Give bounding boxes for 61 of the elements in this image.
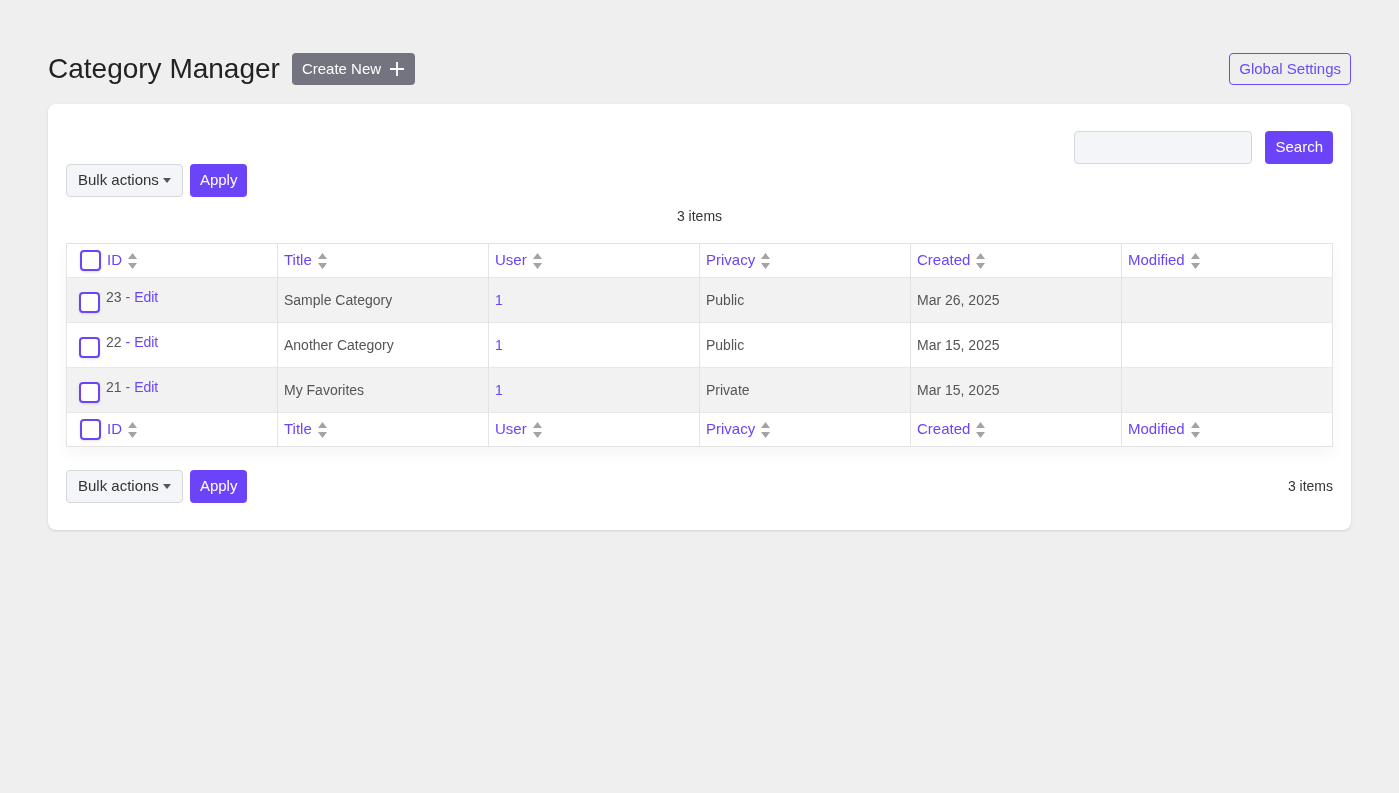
column-header-link[interactable]: Created <box>917 418 971 441</box>
table-cell: Another Category <box>284 336 394 353</box>
plus-icon <box>389 61 406 77</box>
sort-icon <box>761 421 771 438</box>
apply-button[interactable]: Apply <box>189 470 248 503</box>
bulk-actions-dropdown[interactable]: Bulk actions <box>66 470 183 503</box>
sort-icon <box>1190 421 1200 438</box>
caret-icon <box>162 484 171 489</box>
owner-number-link[interactable]: 1 <box>495 291 503 308</box>
search-field[interactable] <box>1074 131 1253 164</box>
sort-icon <box>532 421 542 438</box>
checkbox[interactable] <box>79 337 100 358</box>
checkbox[interactable] <box>79 292 100 313</box>
create-new-button[interactable]: Create New <box>291 53 416 85</box>
column-header-link[interactable]: User <box>495 249 527 272</box>
item-count: 3 items <box>675 207 724 226</box>
bulk-actions-dropdown[interactable]: Bulk actions <box>66 164 183 197</box>
sort-icon <box>1190 252 1200 269</box>
id-text: 22 <box>106 333 122 352</box>
table-cell: Sample Category <box>284 291 393 308</box>
column-header-link[interactable]: Modified <box>1128 418 1185 441</box>
sort-icon <box>976 421 986 438</box>
item-count: 3 items <box>1287 477 1333 496</box>
edit-link[interactable]: - Edit <box>125 377 159 398</box>
owner-number-link[interactable]: 1 <box>495 336 503 353</box>
global-settings-button[interactable]: Global Settings <box>1229 53 1351 85</box>
page-title: Category Manager <box>48 52 280 86</box>
table-cell: Mar 15, 2025 <box>917 336 1000 353</box>
table-cell: Private <box>706 381 750 398</box>
column-header-link[interactable]: Modified <box>1128 249 1185 272</box>
sort-icon <box>317 421 327 438</box>
sort-icon <box>761 252 771 269</box>
column-header-link[interactable]: Created <box>917 249 971 272</box>
apply-button[interactable]: Apply <box>189 164 248 197</box>
table-cell: My Favorites <box>284 381 365 398</box>
search-button[interactable]: Search <box>1265 131 1333 164</box>
edit-link[interactable]: - Edit <box>125 332 159 353</box>
column-header-link[interactable]: User <box>495 418 527 441</box>
column-header-link[interactable]: ID <box>107 249 122 272</box>
sort-icon <box>976 252 986 269</box>
edit-link[interactable]: - Edit <box>125 287 159 308</box>
column-header-link[interactable]: Title <box>284 249 312 272</box>
caret-icon <box>162 178 171 183</box>
checkbox[interactable] <box>80 250 101 271</box>
column-header-link[interactable]: ID <box>107 418 122 441</box>
sort-icon <box>317 252 327 269</box>
table-cell: Mar 15, 2025 <box>917 381 1000 398</box>
id-text: 21 <box>106 378 122 397</box>
id-text: 23 <box>106 288 122 307</box>
sort-icon <box>532 252 542 269</box>
column-header-link[interactable]: Privacy <box>706 249 756 272</box>
table-cell: Mar 26, 2025 <box>917 291 1000 308</box>
column-header-link[interactable]: Privacy <box>706 418 756 441</box>
column-header-link[interactable]: Title <box>284 418 312 441</box>
table-cell: Public <box>706 291 745 308</box>
sort-icon <box>128 252 137 269</box>
checkbox[interactable] <box>79 382 100 403</box>
checkbox[interactable] <box>80 419 101 440</box>
sort-icon <box>128 421 137 438</box>
owner-number-link[interactable]: 1 <box>495 381 503 398</box>
table-cell: Public <box>706 336 745 353</box>
